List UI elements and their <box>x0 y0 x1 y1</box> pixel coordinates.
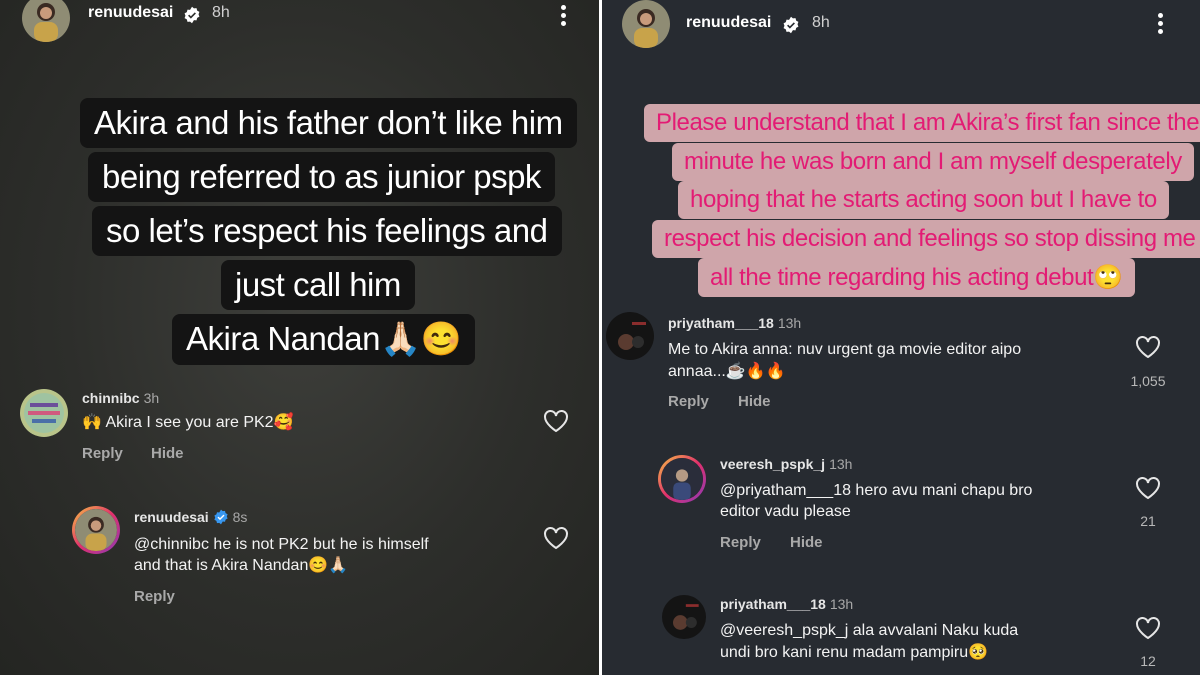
more-options-icon[interactable] <box>561 5 567 27</box>
comment-username[interactable]: chinnibc 3h <box>82 390 159 406</box>
reply-username[interactable]: renuudesai 8s <box>134 509 247 525</box>
verified-badge-icon <box>184 6 200 24</box>
caption-line-1: Please understand that I am Akira’s firs… <box>644 104 1200 142</box>
caption-line-4: respect his decision and feelings so sto… <box>652 220 1200 258</box>
like-count: 21 <box>1140 513 1156 529</box>
reply-time: 8s <box>232 509 248 525</box>
reply-avatar[interactable] <box>72 506 120 554</box>
verified-badge-icon <box>783 16 799 34</box>
heart-icon[interactable] <box>1135 335 1161 359</box>
caption-line-5: Akira Nandan🙏🏻😊 <box>172 314 476 365</box>
left-story-panel: renuudesai 8h Akira and his father don’t… <box>0 0 599 675</box>
story-avatar[interactable] <box>622 0 670 48</box>
comment-avatar[interactable] <box>606 312 654 360</box>
reply-text-line-2: and that is Akira Nandan😊🙏🏻 <box>134 557 349 574</box>
story-username[interactable]: renuudesai <box>88 4 173 22</box>
comment-avatar[interactable] <box>20 389 68 437</box>
reply-username[interactable]: veeresh_pspk_j 13h <box>720 456 852 472</box>
reply-text-line-1: @veeresh_pspk_j ala avvalani Naku kuda <box>720 622 1019 639</box>
hide-button[interactable]: Hide <box>151 445 184 462</box>
like-count: 12 <box>1140 653 1156 669</box>
comment-text: 🙌 Akira I see you are PK2🥰 <box>82 414 294 431</box>
caption-line-2: minute he was born and I am myself despe… <box>672 143 1194 181</box>
story-avatar[interactable] <box>22 0 70 42</box>
caption-line-1: Akira and his father don’t like him <box>80 98 577 148</box>
like-count: 1,055 <box>1130 373 1166 389</box>
reply-text-line-2: undi bro kani renu madam pampiru🥺 <box>720 644 989 661</box>
comment-time: 3h <box>143 390 160 406</box>
right-story-panel: renuudesai 8h Please understand that I a… <box>602 0 1200 675</box>
hide-button[interactable]: Hide <box>738 393 771 410</box>
comment-text-line-2: annaa...☕🔥🔥 <box>668 363 786 380</box>
comment-text-line-1: Me to Akira anna: nuv urgent ga movie ed… <box>668 341 1022 358</box>
reply-text-line-1: @chinnibc he is not PK2 but he is himsel… <box>134 536 429 553</box>
verified-badge-icon <box>213 509 228 525</box>
reply-username[interactable]: priyatham___18 13h <box>720 596 853 612</box>
reply-avatar[interactable] <box>658 455 706 503</box>
reply-button[interactable]: Reply <box>82 445 123 462</box>
caption-line-5: all the time regarding his acting debut🙄 <box>698 258 1135 297</box>
caption-line-3: hoping that he starts acting soon but I … <box>678 181 1169 219</box>
reply-button[interactable]: Reply <box>134 588 175 605</box>
comment-time: 13h <box>777 315 802 331</box>
hide-button[interactable]: Hide <box>790 534 823 551</box>
comment-username[interactable]: priyatham___18 13h <box>668 315 801 331</box>
story-username[interactable]: renuudesai <box>686 14 771 32</box>
reply-time: 13h <box>829 596 854 612</box>
heart-icon[interactable] <box>1135 616 1161 640</box>
reply-button[interactable]: Reply <box>720 534 761 551</box>
reply-time: 13h <box>829 456 853 472</box>
caption-line-4: just call him <box>221 260 415 310</box>
caption-line-3: so let’s respect his feelings and <box>92 206 562 256</box>
reply-avatar[interactable] <box>662 595 706 639</box>
more-options-icon[interactable] <box>1158 13 1164 35</box>
story-timestamp: 8h <box>812 14 830 31</box>
story-timestamp: 8h <box>212 4 230 21</box>
reply-text-line-1: @priyatham___18 hero avu mani chapu bro <box>720 482 1033 499</box>
reply-button[interactable]: Reply <box>668 393 709 410</box>
heart-icon[interactable] <box>1135 476 1161 500</box>
heart-icon[interactable] <box>543 526 569 550</box>
caption-line-2: being referred to as junior pspk <box>88 152 555 202</box>
reply-text-line-2: editor vadu please <box>720 503 851 520</box>
heart-icon[interactable] <box>543 409 569 433</box>
